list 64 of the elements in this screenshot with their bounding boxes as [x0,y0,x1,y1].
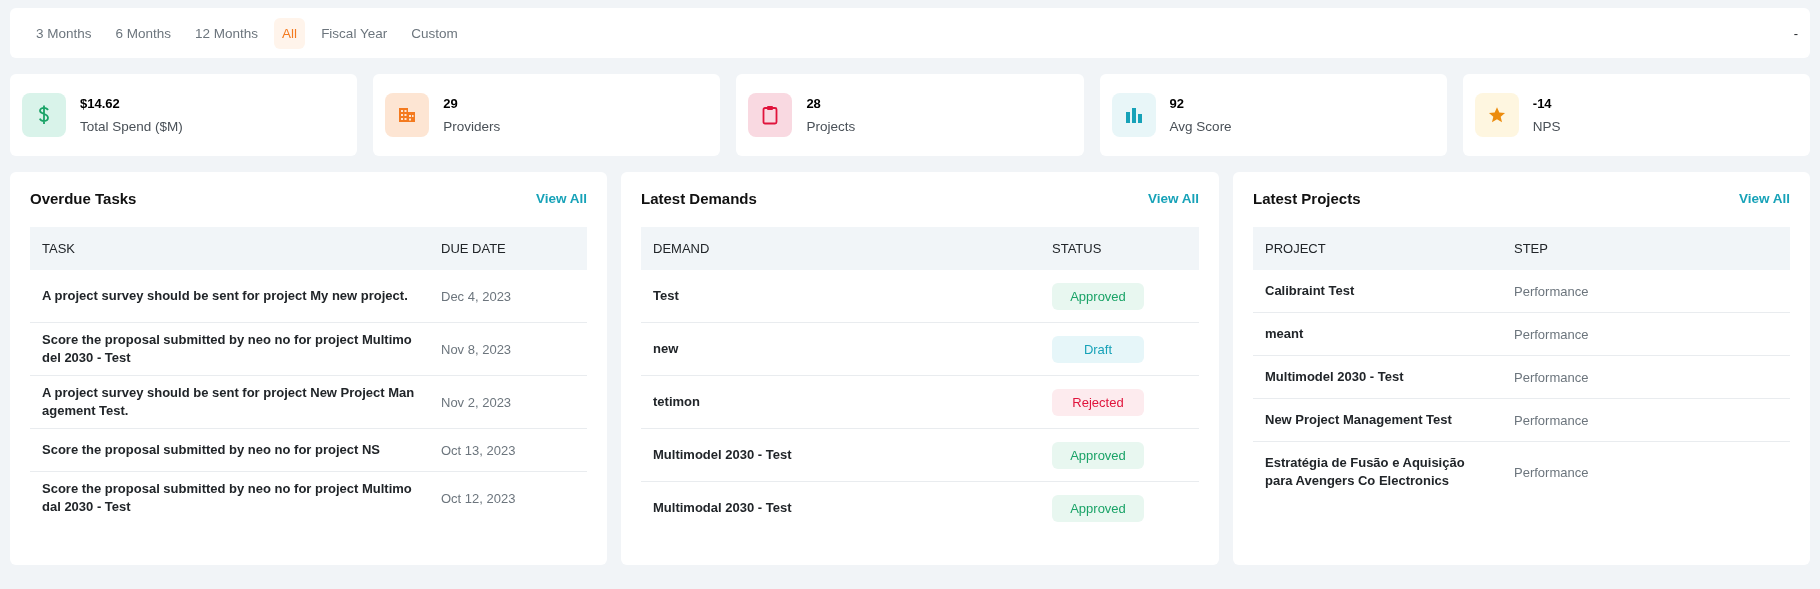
demand-name: Multimodel 2030 - Test [653,447,792,462]
project-step: Performance [1514,464,1589,480]
kpi-value: -14 [1532,96,1553,111]
building-icon [398,107,417,123]
project-name: Estratégia de Fusão e Aquisição para Avengers Co Electronics [1265,455,1465,488]
task-text: A project survey should be sent for project My new project. [42,287,409,305]
task-text: Score the proposal submitted by neo no for project Multimodel 2030 - Test [42,331,413,367]
kpi-label: Providers [443,119,501,134]
kpi-label: Total Spend ($M) [80,119,183,134]
panel-title: Latest Projects [1253,190,1361,207]
view-all-link[interactable]: View All [1738,191,1790,206]
project-name: New Project Management Test [1265,412,1452,427]
bar-chart-icon [1124,107,1143,123]
kpi-value: 28 [806,96,822,111]
project-name: meant [1265,326,1304,341]
kpi-value: $14.62 [80,96,121,111]
status-badge: Approved [1052,494,1144,522]
period-tab[interactable]: Custom [403,17,466,49]
panel-title: Latest Demands [641,190,757,207]
period-tab[interactable]: 6 Months [107,17,180,49]
panel-title: Overdue Tasks [30,190,137,207]
kpi-label: NPS [1532,119,1561,134]
project-step: Performance [1514,283,1589,299]
due-date: Oct 12, 2023 [441,490,516,506]
task-text: A project survey should be sent for project New Project Management Test. [42,384,416,420]
kpi-value: 29 [443,96,459,111]
star-icon [1487,106,1506,124]
status-badge: Draft [1052,335,1144,363]
project-step: Performance [1514,412,1589,428]
due-date: Nov 8, 2023 [441,341,512,357]
demand-name: new [653,341,679,356]
column-header: DEMAND [641,227,1040,270]
demand-name: tetimon [653,394,700,409]
period-tab[interactable]: 12 Months [187,17,267,49]
column-header: DUE DATE [429,227,587,270]
period-tab[interactable]: 3 Months [28,17,100,49]
column-header: TASK [30,227,429,270]
kpi-value: 92 [1169,96,1186,111]
period-tab[interactable]: Fiscal Year [313,17,396,49]
demand-name: Test [653,288,679,303]
project-name: Multimodel 2030 - Test [1265,369,1404,384]
due-date: Nov 2, 2023 [441,394,512,410]
column-header: PROJECT [1253,227,1502,270]
column-header: STEP [1502,227,1790,270]
view-all-link[interactable]: View All [1147,191,1199,206]
status-badge: Approved [1052,282,1144,310]
status-badge: Rejected [1052,388,1144,416]
status-badge: Approved [1052,441,1144,469]
project-step: Performance [1514,369,1589,385]
clipboard-icon [762,105,779,125]
due-date: Dec 4, 2023 [441,288,512,304]
project-name: Calibraint Test [1265,283,1355,298]
kpi-label: Avg Score [1169,119,1232,134]
due-date: Oct 13, 2023 [441,442,516,458]
task-text: Score the proposal submitted by neo no for project NS [42,441,382,459]
project-step: Performance [1514,326,1589,342]
date-range: - [1793,25,1798,41]
period-tab[interactable]: All [274,17,306,49]
kpi-label: Projects [806,119,856,134]
demand-name: Multimodal 2030 - Test [653,500,792,515]
view-all-link[interactable]: View All [535,191,587,206]
dollar-icon [38,105,50,125]
column-header: STATUS [1040,227,1199,270]
task-text: Score the proposal submitted by neo no for project Multimodal 2030 - Test [42,480,413,516]
